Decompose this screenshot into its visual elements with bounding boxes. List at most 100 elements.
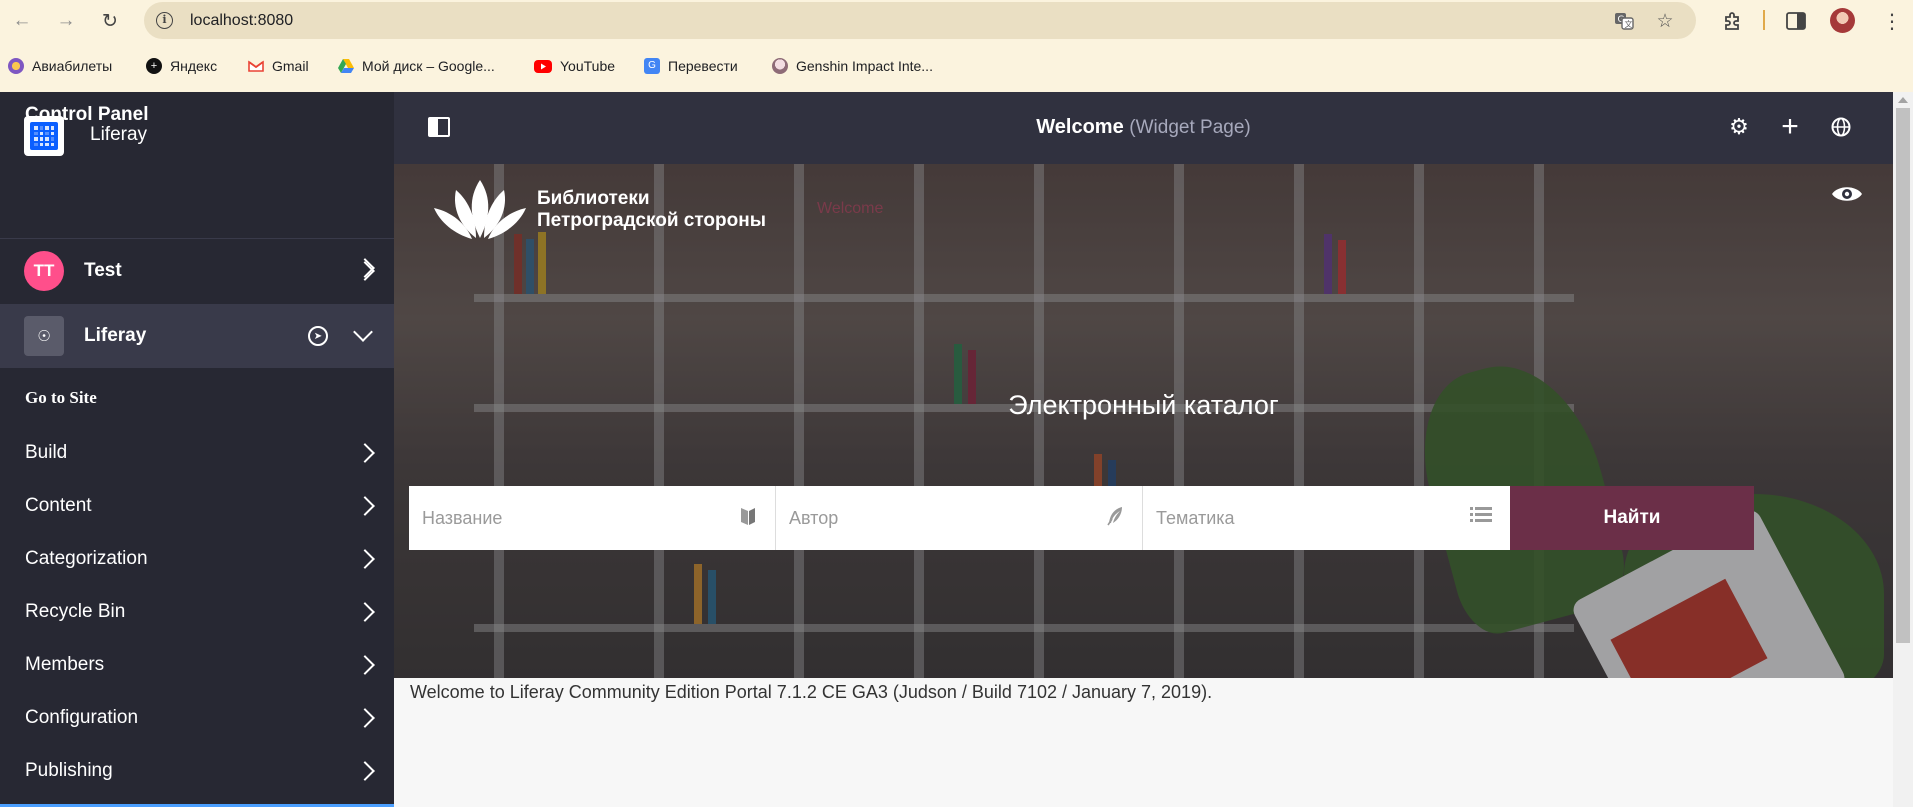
topic-field[interactable] [1143,486,1510,550]
menu-item-recycle-bin[interactable]: Recycle Bin [0,586,394,638]
control-panel-item[interactable]: Control Panel [0,104,394,226]
add-icon[interactable]: + [1777,110,1803,143]
menu-item-categorization[interactable]: Categorization [0,533,394,585]
author-input[interactable] [776,486,1142,550]
list-icon [1470,506,1492,530]
translate-page-icon[interactable]: G文 [1613,10,1635,32]
bookmark-label: Мой диск – Google... [362,58,495,74]
bookmark-yandex[interactable]: + Яндекс [146,55,217,77]
library-name: Библиотеки Петроградской стороны [537,188,766,232]
bookmark-label: YouTube [560,58,616,74]
gmail-icon [248,58,264,74]
book-icon [739,506,757,532]
chevron-right-icon [355,496,375,516]
library-lotus-logo [434,180,526,239]
bookmark-aviabilety[interactable]: Авиабилеты [8,55,112,77]
bookmarks-bar: Авиабилеты + Яндекс Gmail Мой диск – Goo… [0,52,1913,80]
drive-icon [338,58,354,74]
menu-item-publishing[interactable]: Publishing [0,745,394,797]
site-item-liferay[interactable]: ☉ Liferay ➤ [0,304,394,368]
search-button[interactable]: Найти [1510,486,1754,550]
chevron-right-icon [355,761,375,781]
browser-chrome: ← → ↻ i localhost:8080 G文 ☆ ⋮ Авиабилеты… [0,0,1913,92]
main-content: Welcome (Widget Page) ⚙ + Библиотеки Пет… [394,92,1893,807]
library-name-line1: Библиотеки [537,188,650,209]
topic-input[interactable] [1143,486,1510,550]
title-field[interactable] [409,486,776,550]
control-panel-label: Control Panel [25,104,149,125]
menu-item-label: Members [25,654,105,675]
compass-icon[interactable]: ➤ [308,326,328,346]
menu-item-build[interactable]: Build [0,427,394,479]
brand-name: Liferay [90,124,148,145]
menu-item-members[interactable]: Members [0,639,394,691]
go-to-site-link[interactable]: Go to Site [0,372,394,424]
title-input[interactable] [409,486,775,550]
chevron-right-icon [355,261,375,281]
bookmark-label: Gmail [272,58,309,74]
simulation-icon[interactable] [1828,114,1854,140]
bookmark-google-drive[interactable]: Мой диск – Google... [338,55,495,77]
bookmark-label: Genshin Impact Inte... [796,58,933,74]
menu-item-label: Categorization [25,548,148,569]
chevron-right-icon [355,655,375,675]
translate-icon: G [644,58,660,74]
welcome-portlet-title: Welcome [817,200,884,217]
bookmark-label: Перевести [668,58,738,74]
welcome-message: Welcome to Liferay Community Edition Por… [410,682,1213,702]
reload-icon[interactable]: ↻ [96,8,124,34]
site-info-icon[interactable]: i [156,12,173,29]
globe-icon [8,58,24,74]
back-icon[interactable]: ← [8,8,36,34]
test-avatar: TT [24,251,64,291]
chevron-right-icon [355,549,375,569]
bookmark-gmail[interactable]: Gmail [248,55,309,77]
chevron-down-icon[interactable] [353,322,373,342]
chevron-right-icon [355,602,375,622]
menu-item-label: Build [25,442,68,463]
site-item-test[interactable]: TT Test [0,239,394,303]
go-to-site-label: Go to Site [25,388,97,407]
menu-item-label: Publishing [25,760,113,781]
url-text[interactable]: localhost:8080 [190,12,293,30]
author-field[interactable] [776,486,1143,550]
gear-icon[interactable]: ⚙ [1726,114,1752,140]
bookmark-label: Яндекс [170,58,218,74]
quill-icon [1106,506,1124,532]
control-menu: Welcome (Widget Page) ⚙ + [394,92,1893,164]
menu-item-label: Content [25,495,92,516]
product-menu: Liferay Control Panel TT Test ☉ Liferay … [0,92,394,807]
toolbar-separator [1763,10,1765,30]
site-compass-icon: ☉ [24,316,64,356]
bookmark-star-icon[interactable]: ☆ [1654,10,1676,32]
catalog-search-form: Найти [409,486,1881,550]
svg-text:文: 文 [1625,19,1633,29]
genshin-icon [772,58,788,74]
scroll-up-arrow-icon[interactable] [1898,97,1908,103]
browser-toolbar: ← → ↻ i localhost:8080 G文 ☆ ⋮ [0,0,1913,42]
page-title-type: (Widget Page) [1129,117,1251,138]
forward-icon[interactable]: → [52,8,80,34]
catalog-title: Электронный каталог [1008,390,1279,420]
address-bar[interactable]: i localhost:8080 G文 ☆ [144,2,1696,39]
liferay-site-label: Liferay [84,325,147,346]
extensions-icon[interactable] [1720,9,1744,33]
side-panel-icon[interactable] [1784,9,1808,33]
page-title: Welcome (Widget Page) [394,116,1893,139]
bookmark-youtube[interactable]: YouTube [534,55,615,77]
menu-item-label: Recycle Bin [25,601,126,622]
profile-avatar[interactable] [1830,8,1855,33]
youtube-icon [534,59,552,73]
menu-item-configuration[interactable]: Configuration [0,692,394,744]
bookmark-genshin[interactable]: Genshin Impact Inte... [772,55,933,77]
page-title-name: Welcome [1036,116,1124,138]
yandex-icon: + [146,58,162,74]
menu-item-label: Configuration [25,707,139,728]
scrollbar-thumb[interactable] [1896,108,1910,643]
hero-banner: Библиотеки Петроградской стороны Welcome… [394,164,1893,678]
bookmark-translate[interactable]: G Перевести [644,55,738,77]
browser-menu-icon[interactable]: ⋮ [1882,9,1902,34]
chevron-right-icon [355,708,375,728]
menu-item-content[interactable]: Content [0,480,394,532]
eye-icon[interactable] [1831,184,1863,204]
